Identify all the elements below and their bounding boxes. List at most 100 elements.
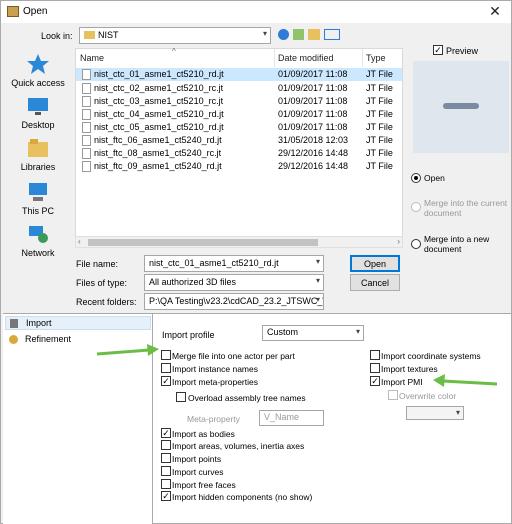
place-label: Network: [21, 248, 55, 258]
recent-folders-label: Recent folders:: [76, 297, 137, 307]
file-row[interactable]: nist_ctc_03_asme1_ct5210_rc.jt 01/09/201…: [76, 95, 402, 108]
curves-label: Import curves: [172, 467, 224, 477]
file-row[interactable]: nist_ftc_08_asme1_ct5240_rc.jt 29/12/201…: [76, 147, 402, 160]
pmi-checkbox[interactable]: ✓: [370, 376, 380, 386]
scroll-thumb[interactable]: [88, 239, 318, 246]
view-menu-icon[interactable]: [324, 29, 340, 40]
areas-checkbox[interactable]: [161, 440, 171, 450]
file-icon: [82, 135, 91, 146]
hidden-components-label: Import hidden components (no show): [172, 492, 313, 502]
scroll-right-icon[interactable]: ›: [397, 237, 400, 246]
coord-systems-checkbox[interactable]: [370, 350, 380, 360]
network-icon: [29, 226, 48, 243]
column-type[interactable]: Type: [362, 49, 402, 67]
place-network[interactable]: Network: [7, 223, 69, 258]
place-this-pc[interactable]: This PC: [7, 181, 69, 216]
file-name-input[interactable]: nist_ctc_01_asme1_ct5210_rd.jt ▾: [144, 255, 324, 272]
look-in-value: NIST: [98, 30, 119, 40]
file-row[interactable]: nist_ftc_06_asme1_ct5240_rd.jt 31/05/201…: [76, 134, 402, 147]
file-name-label: File name:: [76, 259, 119, 269]
place-label: Desktop: [21, 120, 55, 130]
file-icon: [82, 83, 91, 94]
preview-checkbox[interactable]: ✓: [433, 45, 443, 55]
place-libraries[interactable]: Libraries: [7, 137, 69, 172]
file-name: nist_ftc_08_asme1_ct5240_rc.jt: [94, 148, 222, 158]
import-icon: [10, 319, 18, 328]
place-quick-access[interactable]: Quick access: [7, 53, 69, 88]
meta-properties-checkbox[interactable]: ✓: [161, 376, 171, 386]
coord-systems-label: Import coordinate systems: [381, 351, 481, 361]
meta-property-value: V_Name: [264, 412, 300, 422]
points-checkbox[interactable]: [161, 453, 171, 463]
file-name: nist_ftc_06_asme1_ct5240_rd.jt: [94, 135, 222, 145]
files-of-type-dropdown[interactable]: All authorized 3D files ▾: [144, 274, 324, 291]
up-folder-icon[interactable]: [293, 29, 304, 40]
areas-label: Import areas, volumes, inertia axes: [172, 441, 305, 451]
file-row[interactable]: nist_ctc_02_asme1_ct5210_rc.jt 01/09/201…: [76, 82, 402, 95]
file-row[interactable]: nist_ctc_01_asme1_ct5210_rd.jt 01/09/201…: [76, 68, 402, 81]
file-date: 01/09/2017 11:08: [278, 69, 348, 79]
merge-current-radio[interactable]: [411, 202, 421, 212]
chevron-down-icon: ▾: [315, 295, 320, 304]
file-icon: [82, 122, 91, 133]
place-label: Libraries: [20, 162, 56, 172]
open-button[interactable]: Open: [350, 255, 400, 272]
import-profile-dropdown[interactable]: Custom ▾: [262, 325, 364, 341]
textures-checkbox[interactable]: [370, 363, 380, 373]
open-radio-label: Open: [424, 173, 445, 183]
chevron-down-icon: ▾: [262, 29, 267, 38]
computer-icon: [29, 183, 47, 201]
cancel-button[interactable]: Cancel: [350, 274, 400, 291]
overwrite-color-checkbox[interactable]: [388, 390, 398, 400]
file-list[interactable]: Name ^ Date modified Type nist_ctc_01_as…: [75, 47, 403, 248]
points-label: Import points: [172, 454, 222, 464]
files-of-type-value: All authorized 3D files: [149, 277, 237, 287]
merge-file-checkbox[interactable]: [161, 350, 171, 360]
file-icon: [82, 69, 91, 80]
desktop-icon: [28, 98, 48, 115]
merge-new-radio[interactable]: [411, 239, 421, 249]
file-row[interactable]: nist_ftc_09_asme1_ct5240_rd.jt 29/12/201…: [76, 160, 402, 173]
tree-item-import[interactable]: Import: [5, 316, 151, 330]
open-radio[interactable]: [411, 173, 421, 183]
close-icon[interactable]: ✕: [487, 3, 503, 20]
meta-properties-label: Import meta-properties: [172, 377, 258, 387]
column-name[interactable]: Name: [76, 49, 276, 67]
place-label: Quick access: [11, 78, 65, 88]
files-of-type-label: Files of type:: [76, 278, 128, 288]
instance-names-checkbox[interactable]: [161, 363, 171, 373]
recent-folders-dropdown[interactable]: P:\QA Testing\v23.2\cdCAD_23.2_JTSWC_WI …: [144, 293, 324, 310]
scroll-left-icon[interactable]: ‹: [78, 237, 81, 246]
free-faces-checkbox[interactable]: [161, 479, 171, 489]
file-row[interactable]: nist_ctc_04_asme1_ct5210_rd.jt 01/09/201…: [76, 108, 402, 121]
overload-tree-checkbox[interactable]: [176, 392, 186, 402]
file-name: nist_ctc_02_asme1_ct5210_rc.jt: [94, 83, 224, 93]
preview-pane: [413, 61, 509, 153]
column-date[interactable]: Date modified: [274, 49, 362, 67]
file-date: 01/09/2017 11:08: [278, 109, 348, 119]
look-in-label: Look in:: [41, 31, 73, 41]
file-date: 31/05/2018 12:03: [278, 135, 349, 145]
color-picker-dropdown[interactable]: ▾: [406, 406, 464, 420]
file-type: JT File: [366, 135, 393, 145]
file-row[interactable]: nist_ctc_05_asme1_ct5210_rd.jt 01/09/201…: [76, 121, 402, 134]
title-bar: Open ✕: [1, 1, 511, 23]
horizontal-scrollbar[interactable]: ‹ ›: [75, 236, 403, 248]
tree-item-label: Import: [26, 318, 52, 328]
meta-property-input[interactable]: V_Name: [259, 410, 324, 426]
instance-names-label: Import instance names: [172, 364, 258, 374]
as-bodies-checkbox[interactable]: ✓: [161, 428, 171, 438]
file-icon: [82, 161, 91, 172]
look-in-dropdown[interactable]: NIST ▾: [79, 27, 271, 44]
annotation-arrow-left: [96, 344, 159, 356]
preview-label: Preview: [446, 46, 479, 56]
import-profile-value: Custom: [267, 327, 299, 337]
hidden-components-checkbox[interactable]: ✓: [161, 491, 171, 501]
back-icon[interactable]: [278, 29, 289, 40]
place-desktop[interactable]: Desktop: [7, 95, 69, 130]
curves-checkbox[interactable]: [161, 466, 171, 476]
file-date: 01/09/2017 11:08: [278, 83, 348, 93]
new-folder-icon[interactable]: [308, 29, 320, 40]
chevron-down-icon: ▾: [315, 257, 320, 266]
file-name: nist_ctc_01_asme1_ct5210_rd.jt: [94, 69, 224, 79]
